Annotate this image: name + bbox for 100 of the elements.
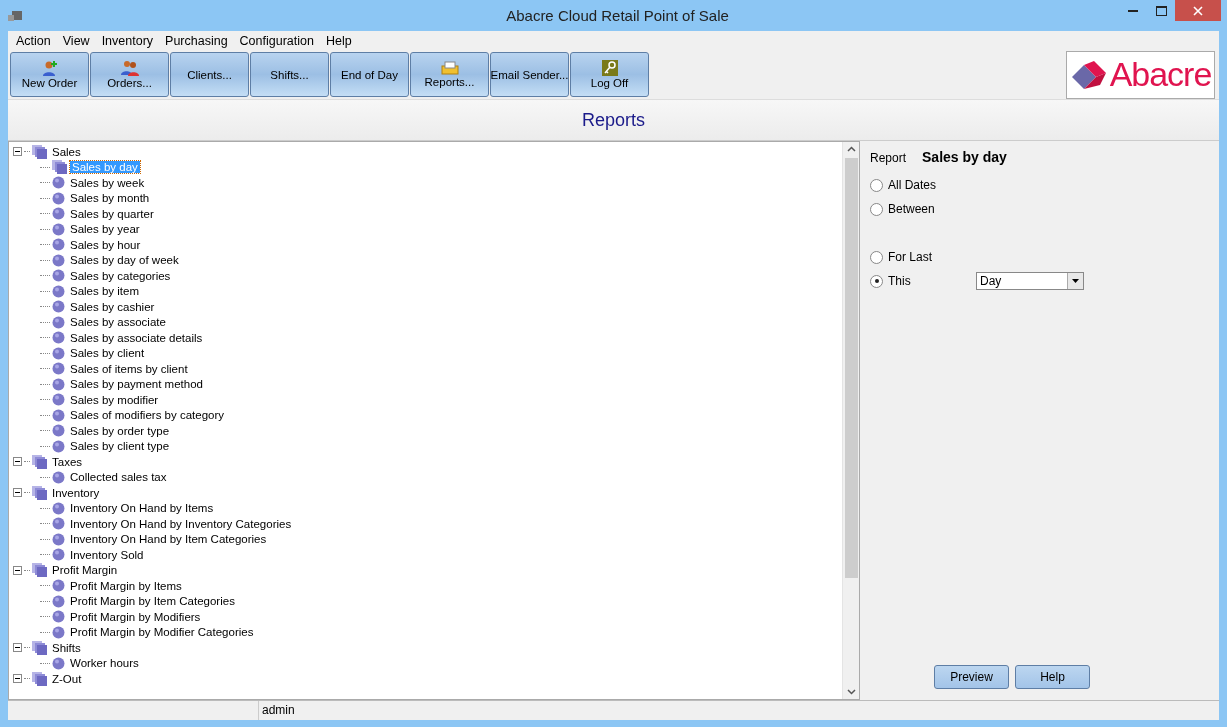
minimize-icon[interactable] [1128, 9, 1138, 12]
radio-label: For Last [888, 250, 933, 264]
menu-item[interactable]: Action [10, 33, 57, 48]
collapse-icon[interactable] [13, 147, 22, 157]
tree-item[interactable]: Sales by month [68, 192, 152, 205]
toolbar-button[interactable]: Shifts... [250, 52, 329, 97]
tree-item[interactable]: Profit Margin by Modifier Categories [68, 626, 256, 639]
ball-icon [52, 346, 65, 360]
dialog-button[interactable]: Preview [934, 665, 1009, 689]
maximize-icon[interactable] [1155, 5, 1167, 16]
tree-item[interactable]: Profit Margin by Items [68, 579, 184, 592]
people-icon [120, 60, 139, 76]
radio-button[interactable] [870, 202, 883, 216]
ball-icon [52, 548, 65, 562]
tree-item[interactable]: Inventory On Hand by Inventory Categories [68, 517, 294, 530]
tree-item[interactable]: Sales by client [68, 347, 147, 360]
stacked-pages-icon [32, 640, 47, 655]
stacked-pages-icon [32, 671, 47, 686]
tree-item[interactable]: Sales by day of week [68, 254, 181, 267]
collapse-icon[interactable] [13, 457, 22, 467]
window-title: Abacre Cloud Retail Point of Sale [506, 7, 729, 24]
tree-item[interactable]: Sales by hour [68, 238, 143, 251]
radio-label: Between [888, 202, 936, 216]
page-heading: Reports [582, 109, 645, 131]
tree-item[interactable]: Collected sales tax [68, 471, 169, 484]
tree-item[interactable]: Worker hours [68, 657, 141, 670]
toolbar-button[interactable]: Log Off [570, 52, 649, 97]
toolbar-button[interactable]: Clients... [170, 52, 249, 97]
logo: Abacre [1066, 50, 1215, 99]
scrollbar-thumb[interactable] [844, 158, 858, 578]
ball-icon [52, 408, 65, 422]
ball-icon [52, 315, 65, 329]
tree-item[interactable]: Sales by year [68, 223, 142, 236]
ball-icon [52, 191, 65, 205]
radio-button[interactable] [870, 274, 883, 288]
tree-item[interactable]: Inventory On Hand by Items [68, 502, 216, 515]
toolbar-button[interactable]: End of Day [330, 52, 409, 97]
menu-item[interactable]: Purchasing [159, 33, 234, 48]
key-icon [601, 60, 618, 76]
tree-item[interactable]: Sales by cashier [68, 300, 157, 313]
tree-item[interactable]: Sales by week [68, 176, 147, 189]
collapse-icon[interactable] [13, 565, 22, 575]
toolbar-button[interactable]: Email Sender... [490, 52, 569, 97]
tree-item[interactable]: Profit Margin by Modifiers [68, 610, 203, 623]
radio-label: All Dates [888, 178, 938, 192]
tree-item[interactable]: Sales of modifiers by category [68, 409, 227, 422]
ball-icon [52, 532, 65, 546]
tree-group[interactable]: Profit Margin [50, 564, 120, 577]
tree-group[interactable]: Taxes [50, 455, 85, 468]
ball-icon [52, 439, 65, 453]
tree-group[interactable]: Sales [50, 145, 83, 158]
radio-button[interactable] [870, 178, 883, 192]
tree-item[interactable]: Sales by modifier [68, 393, 161, 406]
tree-item[interactable]: Sales by order type [68, 424, 172, 437]
tree-item[interactable]: Sales by item [68, 285, 142, 298]
ball-icon [52, 424, 65, 438]
period-dropdown[interactable]: Day [976, 272, 1084, 290]
close-icon [1193, 5, 1203, 16]
ball-icon [52, 594, 65, 608]
close-button[interactable] [1175, 0, 1221, 21]
stacked-pages-icon [32, 454, 47, 469]
dialog-button[interactable]: Help [1015, 665, 1090, 689]
tree-item[interactable]: Sales by categories [68, 269, 173, 282]
tree-item[interactable]: Sales of items by client [68, 362, 190, 375]
stacked-pages-icon [32, 485, 47, 500]
tree-item[interactable]: Sales by associate details [68, 331, 205, 344]
radio-button[interactable] [870, 250, 883, 264]
tree-item[interactable]: Sales by payment method [68, 378, 205, 391]
tree-group[interactable]: Shifts [50, 641, 83, 654]
tree-item[interactable]: Sales by client type [68, 440, 172, 453]
ball-icon [52, 610, 65, 624]
tree-item[interactable]: Sales by associate [68, 316, 168, 329]
tree-group[interactable]: Z-Out [50, 672, 84, 685]
stacked-pages-icon [52, 160, 67, 175]
collapse-icon[interactable] [13, 674, 22, 684]
collapse-icon[interactable] [13, 488, 22, 498]
menu-item[interactable]: Inventory [95, 33, 160, 48]
tree-group[interactable]: Inventory [50, 486, 102, 499]
tree-item[interactable]: Profit Margin by Item Categories [68, 595, 237, 608]
ball-icon [52, 579, 65, 593]
stacked-pages-icon [32, 144, 47, 159]
toolbar-button[interactable]: New Order [10, 52, 89, 97]
menu-item[interactable]: View [56, 33, 96, 48]
tree-item[interactable]: Inventory Sold [68, 548, 146, 561]
dropdown-arrow-icon [1072, 279, 1079, 283]
tree-item[interactable]: Sales by quarter [68, 207, 156, 220]
ball-icon [52, 222, 65, 236]
report-name: Sales by day [922, 149, 1007, 165]
toolbar-button[interactable]: Reports... [410, 52, 489, 97]
file-box-icon [440, 61, 459, 75]
status-user: admin [261, 702, 295, 719]
collapse-icon[interactable] [13, 643, 22, 653]
menu-item[interactable]: Configuration [233, 33, 320, 48]
menu-item[interactable]: Help [319, 33, 358, 48]
ball-icon [52, 269, 65, 283]
ball-icon [52, 517, 65, 531]
report-label: Report [870, 151, 907, 165]
tree-item[interactable]: Inventory On Hand by Item Categories [68, 533, 269, 546]
toolbar-button[interactable]: Orders... [90, 52, 169, 97]
ball-icon [52, 393, 65, 407]
